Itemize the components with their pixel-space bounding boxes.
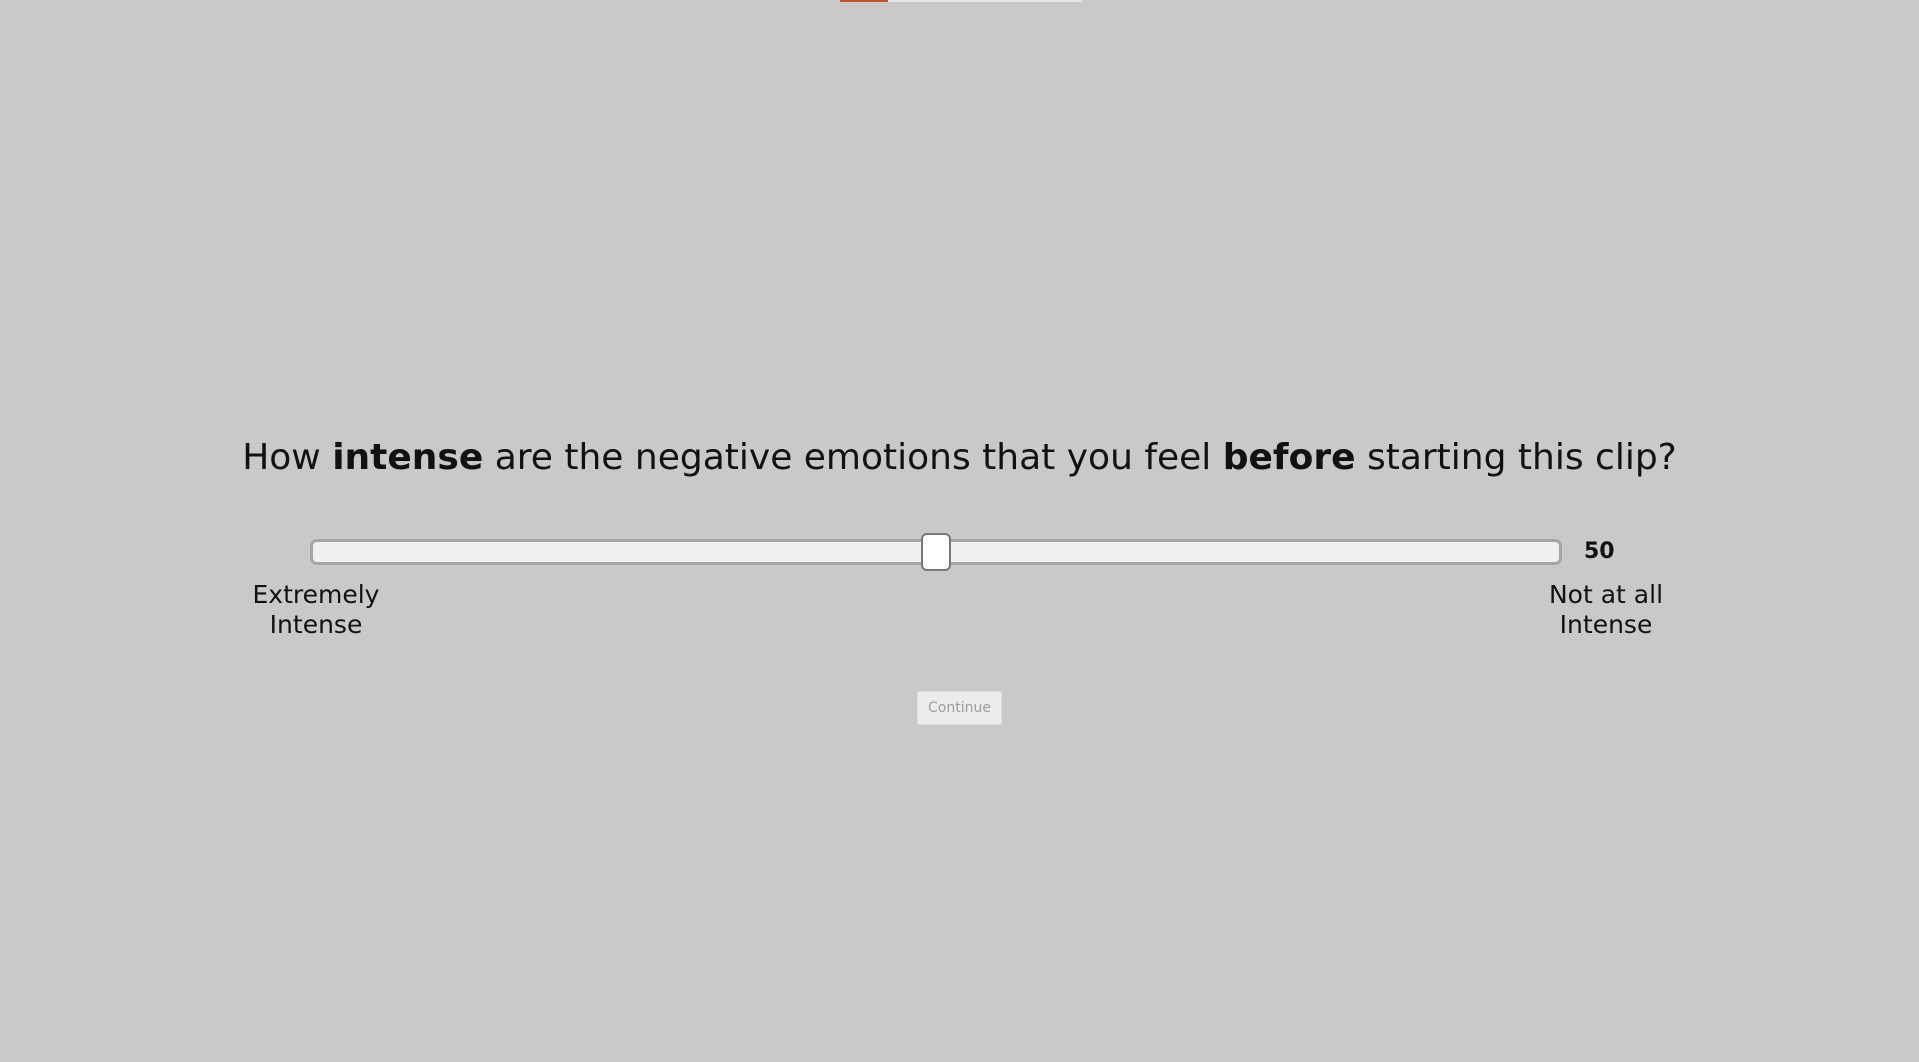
scale-label-right-line-2: Intense (1559, 610, 1653, 639)
question-emphasis-before: before (1222, 437, 1356, 478)
scale-label-left: Extremely Intense (206, 580, 426, 640)
progress-bar-fill (840, 0, 889, 2)
question-emphasis-intense: intense (332, 437, 484, 478)
scale-label-left-line-2: Intense (269, 610, 363, 639)
question-part-1: How (242, 437, 333, 478)
scale-label-left-line-1: Extremely (252, 580, 380, 609)
scale-label-right: Not at all Intense (1496, 580, 1716, 640)
slider-handle[interactable] (921, 533, 951, 571)
continue-button[interactable]: Continue (917, 691, 1002, 725)
slider-value-display: 50 (1584, 539, 1615, 564)
question-text: How intense are the negative emotions th… (0, 430, 1919, 486)
progress-bar (840, 0, 1082, 2)
question-part-2: are the negative emotions that you feel (483, 437, 1223, 478)
scale-label-right-line-1: Not at all (1548, 580, 1664, 609)
question-part-3: starting this clip? (1355, 437, 1677, 478)
